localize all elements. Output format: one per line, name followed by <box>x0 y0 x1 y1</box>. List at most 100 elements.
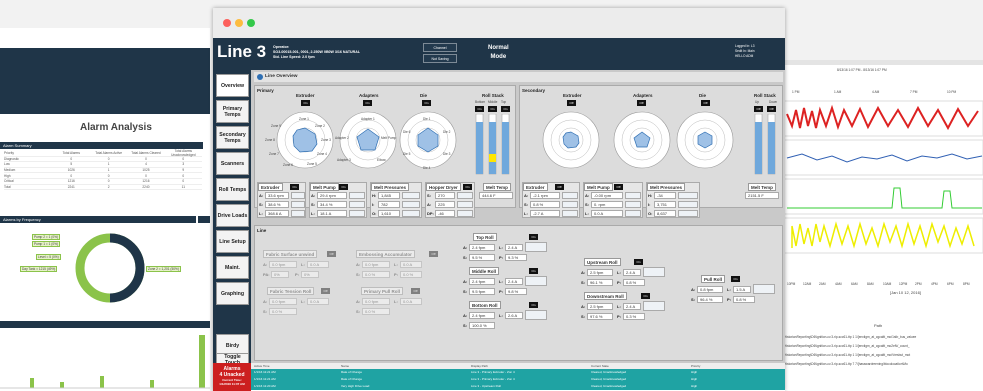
section-title: Line Overview <box>254 72 783 82</box>
maximize-window-button[interactable] <box>247 19 255 27</box>
minimize-window-button[interactable] <box>235 19 243 27</box>
fabric-unwind-state[interactable]: Off <box>327 251 336 257</box>
not-saving-button[interactable]: Not Saving <box>423 54 457 63</box>
sec-extruder-state[interactable]: Off <box>555 184 564 190</box>
bottom-roll-state[interactable]: On <box>529 302 538 308</box>
alarm-summary-header: Alarm Summary <box>0 142 203 149</box>
sparkline <box>753 284 775 294</box>
sparkline <box>678 192 698 199</box>
roll-col-middle: Middle <box>488 100 498 104</box>
nav-scanners[interactable]: Scanners <box>216 152 249 175</box>
zone-label: Zone 3 <box>321 138 331 142</box>
path-row[interactable]: HistorianReporting\D6\ignition-cv.3-rip-… <box>784 362 908 366</box>
bar-chart-header <box>0 321 210 328</box>
fabric-unwind-label: Fabric Surface unwind <box>263 250 318 258</box>
overview-content: Line Overview Primary Extruder Adapters … <box>251 70 785 363</box>
sparkline <box>291 210 305 217</box>
sec-meltpump-a: -0.00 rpm <box>591 192 623 199</box>
alarm-summary-table: Priority Total Alarms Total Alarms Active T… <box>4 149 202 191</box>
pull-roll-l: 1.5 A <box>733 286 751 293</box>
prim-extruder-state[interactable]: On <box>290 184 299 190</box>
sec-meltpump-l: 0.0 A <box>591 210 623 217</box>
sec-meltpump-state[interactable]: Off <box>614 184 623 190</box>
freq-label: Level = 5 (0%) <box>36 254 61 260</box>
roll-bottom-on[interactable]: On <box>475 106 484 112</box>
sec-roll-up-off[interactable]: Off <box>754 106 763 112</box>
fabric-tension-state[interactable]: Off <box>321 288 330 294</box>
channel-button[interactable]: Channel <box>423 43 457 52</box>
freq-label: Day Tank = 1215 (49%) <box>20 266 58 272</box>
embossing-p: 0.0 % <box>400 271 422 278</box>
table-row[interactable]: 1/1/16 11:20 AM Very High Drive Load Line … <box>251 383 785 390</box>
downstream-roll-state[interactable]: On <box>641 293 650 299</box>
zone-label: Adapter 3 <box>337 158 351 162</box>
close-window-button[interactable] <box>223 19 231 27</box>
sparkline <box>525 242 547 252</box>
fabric-tension-s: 0.0 % <box>269 308 297 315</box>
primary-pull-label: Primary Pull Roll <box>361 287 404 295</box>
primary-pull-state[interactable]: Off <box>411 288 420 294</box>
bottom-roll-s: 100.0 % <box>469 322 495 329</box>
pull-roll-state[interactable]: On <box>731 276 740 282</box>
freq-label: Pump 1 = 1 (0%) <box>32 241 61 247</box>
zone-label: Zone 2 <box>315 124 325 128</box>
nav-primary-temps[interactable]: Primary Temps <box>216 100 249 123</box>
sparkline <box>349 201 365 208</box>
operator-info: Operator: SO3-00015-001, 0001, 2.250W 0B… <box>273 45 361 60</box>
alarm-indicator[interactable]: Alarms 4 Unacked Current Time: 1/1/2016 1… <box>213 363 251 391</box>
sparkline <box>291 192 305 199</box>
alarm-analysis-window: Alarm Analysis Alarm Summary Priority Tot… <box>0 28 210 391</box>
time-label: 4 AM <box>872 90 880 94</box>
nav-roll-temps[interactable]: Roll Temps <box>216 178 249 201</box>
nav-maint[interactable]: Maint. <box>216 256 249 279</box>
sec-roll-down-off[interactable]: Off <box>767 106 776 112</box>
upstream-roll-state[interactable]: On <box>634 259 643 265</box>
primary-label: Primary <box>257 88 274 93</box>
nav-drive-loads[interactable]: Drive Loads <box>216 204 249 227</box>
top-roll-state[interactable]: On <box>529 234 538 240</box>
sec-extruder-a: -2.1 rpm <box>530 192 560 199</box>
primary-pull-s: 0.0 % <box>362 308 390 315</box>
table-row[interactable]: 1/1/16 11:21 AM Rate of Change Line 3 - Pr… <box>251 369 785 376</box>
prim-extruder-s: 38.6 % <box>265 201 289 208</box>
trend-x-axis: 10PM 12AM 2AM 4AM 6AM 8AM 10AM 12PM 2PM … <box>787 282 970 286</box>
prim-meltpress-i: 782 <box>378 201 400 208</box>
sparkline <box>457 210 473 217</box>
path-row[interactable]: HistorianReporting\D6\ignition-cv.3-rip-… <box>784 335 916 339</box>
sparkline <box>291 201 305 208</box>
nav-secondary-temps[interactable]: Secondary Temps <box>216 126 249 149</box>
zone-label: Zone 7 <box>269 152 279 156</box>
zone-label: Zone 6 <box>283 163 293 167</box>
sparkline <box>678 210 698 217</box>
middle-roll-state[interactable]: On <box>529 268 538 274</box>
roll-middle-on[interactable]: On <box>488 106 497 112</box>
sec-roll-col-down: Down <box>769 100 778 104</box>
embossing-state[interactable]: Off <box>429 251 438 257</box>
prim-hopper-state[interactable]: On <box>463 184 472 190</box>
sec-melttemp-value: 2151.5 F <box>745 192 779 199</box>
nav-graphing[interactable]: Graphing <box>216 282 249 305</box>
zone-label: Melt Pump <box>381 136 397 140</box>
prim-meltpump-l: 18.1 A <box>317 210 347 217</box>
downstream-s: 97.6 % <box>587 313 613 320</box>
sparkline <box>349 192 365 199</box>
sparkline <box>643 267 665 277</box>
prim-meltpump-state[interactable]: On <box>339 184 348 190</box>
sec-meltpress-i: 3,751 <box>654 201 676 208</box>
sec-melttemp-label: Melt Temp <box>748 183 776 191</box>
roll-top-on[interactable]: On <box>501 106 510 112</box>
pull-roll-label: Pull Roll <box>701 275 725 283</box>
line-label: Line <box>257 228 267 233</box>
path-row[interactable]: HistorianReporting\D6\ignition-cv.3-rip-… <box>784 344 910 348</box>
nav-line-setup[interactable]: Line Setup <box>216 230 249 253</box>
nav-overview[interactable]: Overview <box>216 74 249 97</box>
sec-meltpress-h: -34 <box>654 192 676 199</box>
prim-melttemp-label: Melt Temp <box>483 183 511 191</box>
table-row[interactable]: 1/1/16 11:21 AM Rate of Change Line 3 - Pr… <box>251 376 785 383</box>
sec-meltpress-label: Melt Pressures <box>647 183 686 191</box>
path-row[interactable]: HistorianReporting\D6\ignition-cv.3-rip-… <box>784 353 910 357</box>
embossing-s: 0.0 % <box>362 271 390 278</box>
zone-label: Die 3 <box>443 152 451 156</box>
line3-window: Line 3 Operator: SO3-00015-001, 0001, 2.… <box>213 8 785 391</box>
zone-label: Zone 5 <box>307 162 317 166</box>
